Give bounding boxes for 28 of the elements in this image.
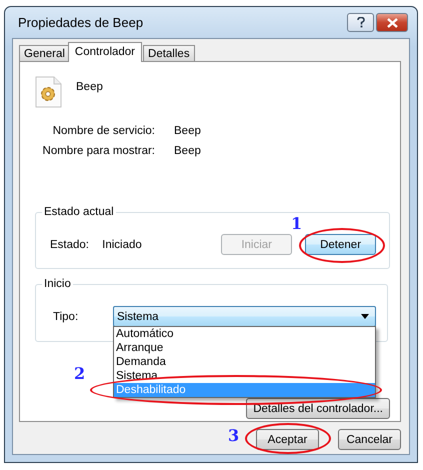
driver-name: Beep — [76, 81, 103, 93]
status-value: Iniciado — [102, 238, 143, 250]
dialog-button[interactable]: Cancelar — [338, 429, 401, 450]
tab[interactable]: Detalles — [143, 45, 195, 61]
close-icon — [386, 18, 398, 28]
field-value: Beep — [174, 145, 202, 157]
field-label: Nombre para mostrar: — [42, 145, 155, 157]
tab[interactable]: Controlador — [68, 42, 142, 62]
type-label: Tipo: — [53, 310, 80, 322]
caret-icon — [361, 314, 369, 319]
field-value: Beep — [174, 125, 202, 137]
field-label: Nombre de servicio: — [52, 125, 155, 137]
close-button[interactable] — [376, 13, 408, 32]
driver-details-button[interactable]: Detalles del controlador... — [246, 398, 390, 419]
step-number: 3 — [228, 426, 240, 445]
step-number: 1 — [291, 214, 302, 233]
step-number: 2 — [74, 364, 86, 383]
help-icon — [356, 17, 364, 28]
dropdown-option[interactable]: Demanda — [114, 355, 375, 369]
dropdown-option[interactable]: Automático — [114, 327, 375, 341]
tab[interactable]: General — [19, 45, 70, 61]
status-label: Estado: — [50, 238, 90, 250]
help-button[interactable] — [347, 13, 374, 32]
action-button[interactable]: Detener — [305, 234, 376, 255]
dropdown-option[interactable]: Arranque — [114, 341, 375, 355]
window-title: Propiedades de Beep — [17, 15, 144, 30]
gear-document-icon — [35, 76, 62, 108]
dialog-button[interactable]: Aceptar — [256, 429, 319, 450]
